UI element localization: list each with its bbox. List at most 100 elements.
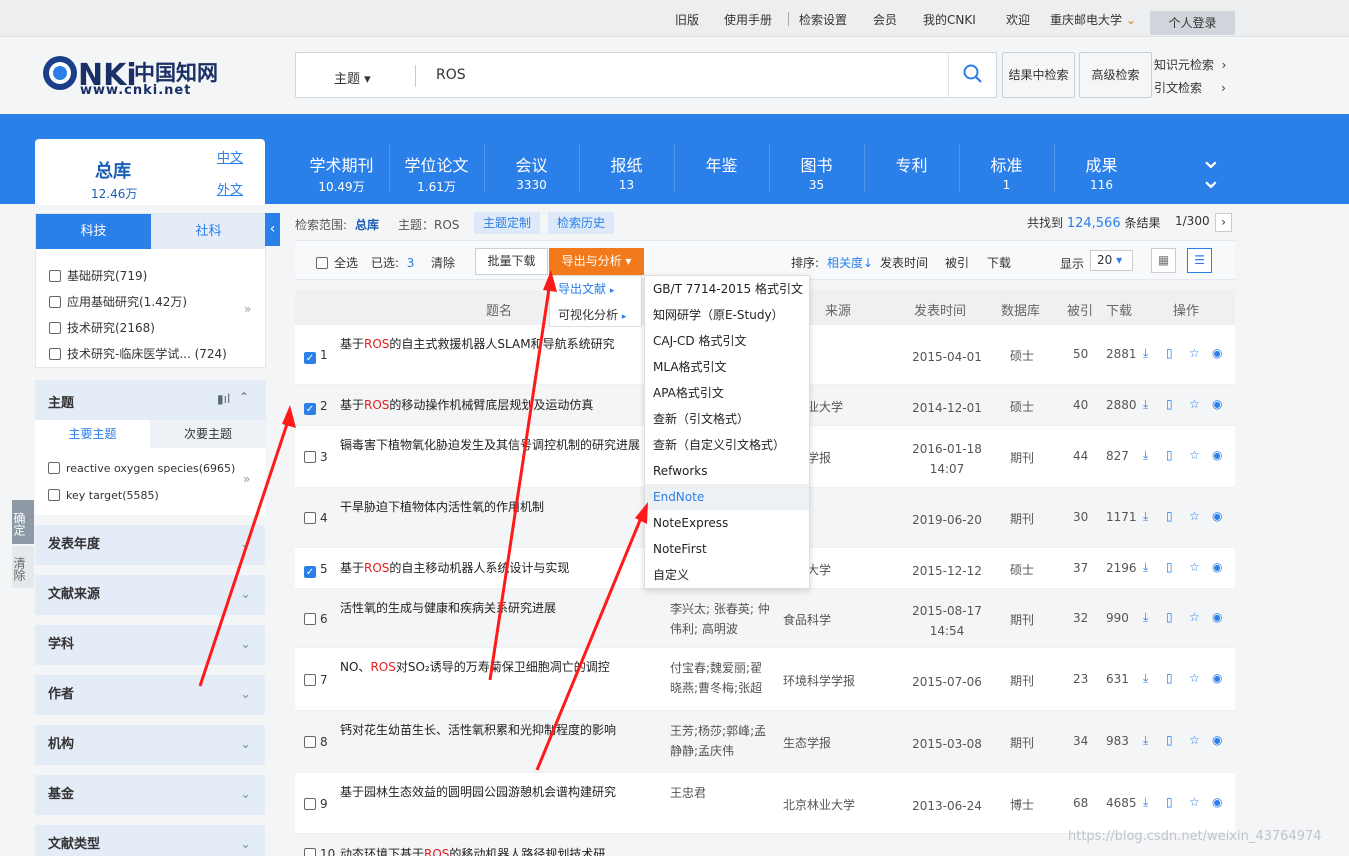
read-icon[interactable]: ▯ [1166, 346, 1173, 360]
download-icon[interactable]: ⤓ [1143, 448, 1148, 463]
quote-icon[interactable]: ◉ [1212, 795, 1222, 809]
format-option[interactable]: 查新（自定义引文格式） [645, 432, 809, 458]
format-option[interactable]: 自定义 [645, 562, 809, 588]
more-icon[interactable]: » [244, 302, 251, 316]
advanced-search-button[interactable]: 高级检索 [1079, 52, 1152, 98]
row-downloads[interactable]: 2881 [1106, 347, 1137, 361]
search-field-select[interactable]: 主题 ▾ [334, 68, 371, 87]
download-icon[interactable]: ⤓ [1143, 509, 1148, 524]
row-cited[interactable]: 50 [1073, 347, 1088, 361]
row-title-link[interactable]: 镉毒害下植物氧化胁迫发生及其信号调控机制的研究进展 [340, 435, 660, 456]
download-icon[interactable]: ⤓ [1143, 671, 1148, 686]
row-cited[interactable]: 32 [1073, 611, 1088, 625]
grid-view-icon[interactable]: ▦ [1151, 248, 1176, 273]
format-option[interactable]: 查新（引文格式） [645, 406, 809, 432]
row-downloads[interactable]: 827 [1106, 449, 1129, 463]
page-size-select[interactable]: 20 ▾ [1090, 250, 1133, 271]
quote-icon[interactable]: ◉ [1212, 671, 1222, 685]
db-tab-2[interactable]: 会议 3330 [484, 152, 579, 192]
format-option[interactable]: NoteFirst [645, 536, 809, 562]
favorite-icon[interactable]: ☆ [1189, 448, 1200, 462]
favorite-icon[interactable]: ☆ [1189, 560, 1200, 574]
row-title-link[interactable]: 钙对花生幼苗生长、活性氧积累和光抑制程度的影响 [340, 720, 660, 741]
row-downloads[interactable]: 1171 [1106, 510, 1137, 524]
quote-icon[interactable]: ◉ [1212, 610, 1222, 624]
favorite-icon[interactable]: ☆ [1189, 671, 1200, 685]
read-icon[interactable]: ▯ [1166, 560, 1173, 574]
facet-3[interactable]: 作者 ⌄ [35, 675, 265, 715]
row-title-link[interactable]: 基于ROS的移动操作机械臂底层规划及运动仿真 [340, 395, 660, 416]
read-icon[interactable]: ▯ [1166, 795, 1173, 809]
clear-selection-button[interactable]: 清除 [431, 254, 455, 271]
more-icon[interactable]: » [243, 472, 250, 486]
link-old-version[interactable]: 旧版 [675, 11, 699, 28]
topic-custom-button[interactable]: 主题定制 [474, 212, 541, 234]
link-search-settings[interactable]: 检索设置 [799, 11, 847, 28]
topic-checkbox[interactable]: reactive oxygen species(6965) [48, 462, 235, 475]
quote-icon[interactable]: ◉ [1212, 560, 1222, 574]
chevron-up-icon[interactable]: ⌃ [239, 390, 249, 404]
row-authors[interactable]: 付宝春;魏爱丽;翟晓燕;曹冬梅;张超 [670, 658, 770, 698]
download-icon[interactable]: ⤓ [1143, 733, 1148, 748]
row-authors[interactable]: 王芳;杨莎;郭峰;孟静静;孟庆伟 [670, 721, 770, 761]
read-icon[interactable]: ▯ [1166, 610, 1173, 624]
menu-visual-analysis[interactable]: 可视化分析 ▸ [550, 302, 641, 328]
row-title-link[interactable]: 基于园林生态效益的圆明园公园游憩机会谱构建研究 [340, 782, 660, 803]
download-icon[interactable]: ⤓ [1143, 346, 1148, 361]
quote-icon[interactable]: ◉ [1212, 448, 1222, 462]
clear-button[interactable]: 清除 [12, 546, 34, 588]
facet-5[interactable]: 基金 ⌄ [35, 775, 265, 815]
category-checkbox[interactable]: 技术研究-临床医学试... (724) [49, 345, 227, 362]
category-checkbox[interactable]: 应用基础研究(1.42万) [49, 293, 187, 310]
select-all-checkbox[interactable]: 全选 [316, 254, 358, 271]
read-icon[interactable]: ▯ [1166, 448, 1173, 462]
facet-6[interactable]: 文献类型 ⌄ [35, 825, 265, 856]
row-title-link[interactable]: 基于ROS的自主式救援机器人SLAM和导航系统研究 [340, 334, 660, 355]
confirm-button[interactable]: 确定 [12, 500, 34, 544]
db-tab-4[interactable]: 年鉴 [674, 152, 769, 178]
format-option[interactable]: MLA格式引文 [645, 354, 809, 380]
row-downloads[interactable]: 983 [1106, 734, 1129, 748]
link-manual[interactable]: 使用手册 [724, 11, 772, 28]
link-my-cnki[interactable]: 我的CNKI [923, 11, 976, 28]
db-tab-0[interactable]: 学术期刊 10.49万 [294, 152, 389, 195]
row-cited[interactable]: 23 [1073, 672, 1088, 686]
row-downloads[interactable]: 4685 [1106, 796, 1137, 810]
facet-1[interactable]: 文献来源 ⌄ [35, 575, 265, 615]
format-option[interactable]: APA格式引文 [645, 380, 809, 406]
db-tab-1[interactable]: 学位论文 1.61万 [389, 152, 484, 195]
row-authors[interactable]: 王忠君 [670, 783, 770, 803]
row-authors[interactable]: 李兴太; 张春英; 仲伟利; 高明波 [670, 599, 770, 639]
format-option[interactable]: 知网研学（原E-Study） [645, 302, 809, 328]
row-title-link[interactable]: 基于ROS的自主移动机器人系统设计与实现 [340, 558, 660, 579]
batch-download-button[interactable]: 批量下载 [475, 248, 548, 275]
knowledge-search-link[interactable]: 知识元检索 › [1154, 56, 1226, 73]
favorite-icon[interactable]: ☆ [1189, 795, 1200, 809]
row-cited[interactable]: 40 [1073, 398, 1088, 412]
download-icon[interactable]: ⤓ [1143, 795, 1148, 810]
category-checkbox[interactable]: 技术研究(2168) [49, 319, 155, 336]
format-option[interactable]: NoteExpress [645, 510, 809, 536]
format-option[interactable]: EndNote [645, 484, 809, 510]
favorite-icon[interactable]: ☆ [1189, 346, 1200, 360]
favorite-icon[interactable]: ☆ [1189, 397, 1200, 411]
topic-head[interactable]: 主题 ▮ıl ⌃ [35, 380, 266, 420]
list-view-icon[interactable]: ☰ [1187, 248, 1212, 273]
expand-chevron-icon[interactable]: ⌄ ⌄ [1200, 147, 1222, 193]
row-source[interactable]: 食品科学 [783, 611, 831, 628]
quote-icon[interactable]: ◉ [1212, 346, 1222, 360]
sort-relevance[interactable]: 相关度↓ [827, 254, 873, 271]
db-tab-6[interactable]: 专利 [864, 152, 959, 178]
menu-export-docs[interactable]: 导出文献 ▸ [550, 276, 641, 302]
link-member[interactable]: 会员 [873, 11, 897, 28]
sort-date[interactable]: 发表时间 [880, 254, 928, 271]
tab-zongku[interactable]: 总库 12.46万 中文 外文 [35, 139, 265, 205]
quote-icon[interactable]: ◉ [1212, 397, 1222, 411]
collapse-sidebar-button[interactable]: ‹ [265, 213, 280, 246]
tab-science[interactable]: 科技 [36, 214, 151, 249]
favorite-icon[interactable]: ☆ [1189, 509, 1200, 523]
download-icon[interactable]: ⤓ [1143, 610, 1148, 625]
chart-icon[interactable]: ▮ıl [217, 392, 230, 406]
search-in-results-button[interactable]: 结果中检索 [1002, 52, 1075, 98]
read-icon[interactable]: ▯ [1166, 733, 1173, 747]
